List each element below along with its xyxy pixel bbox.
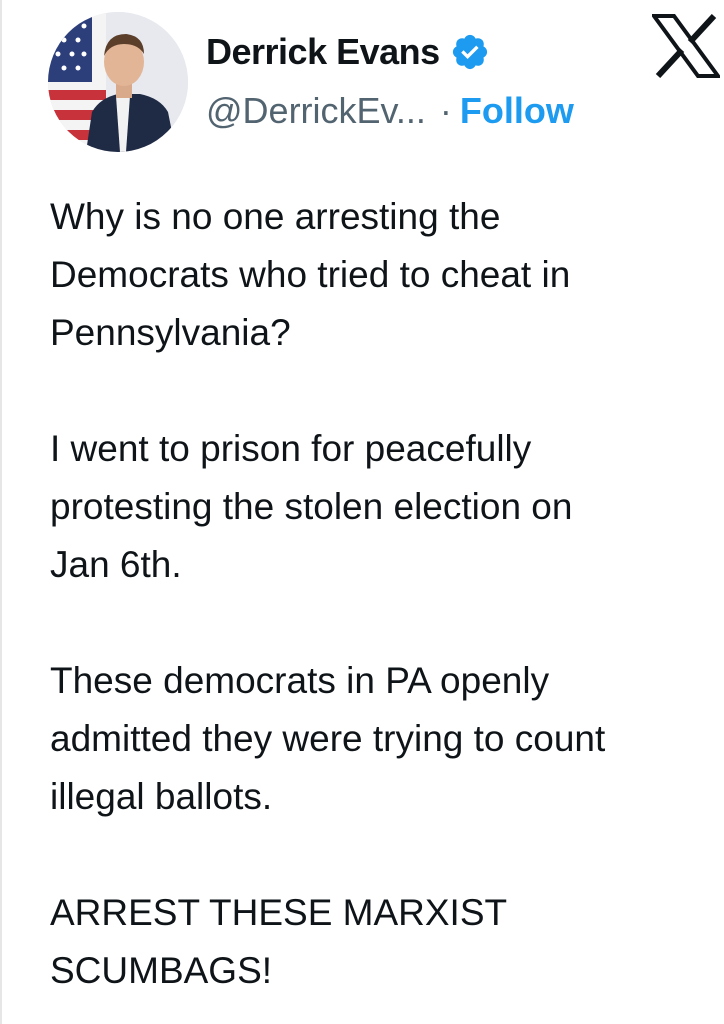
tweet-paragraph: ARREST THESE MARXIST SCUMBAGS! [50, 892, 508, 991]
tweet-card: Derrick Evans @DerrickEv... · Follow Why… [0, 0, 724, 1024]
x-logo-icon[interactable] [650, 13, 722, 79]
author-handle[interactable]: @DerrickEv... [206, 90, 426, 132]
author-handle-row: @DerrickEv... · Follow [206, 86, 574, 136]
verified-badge-icon [450, 32, 490, 72]
tweet-header: Derrick Evans @DerrickEv... · Follow [2, 0, 724, 160]
tweet-text: Why is no one arresting the Democrats wh… [50, 188, 710, 1000]
tweet-paragraph: Why is no one arresting the Democrats wh… [50, 196, 571, 353]
author-name-row: Derrick Evans [206, 28, 490, 76]
avatar[interactable] [48, 12, 188, 152]
avatar-photo [48, 12, 188, 152]
tweet-paragraph: These democrats in PA openly admitted th… [50, 660, 606, 817]
tweet-paragraph: I went to prison for peacefully protesti… [50, 428, 573, 585]
separator-dot: · [439, 90, 452, 131]
author-display-name[interactable]: Derrick Evans [206, 31, 440, 73]
follow-button[interactable]: Follow [460, 90, 574, 132]
